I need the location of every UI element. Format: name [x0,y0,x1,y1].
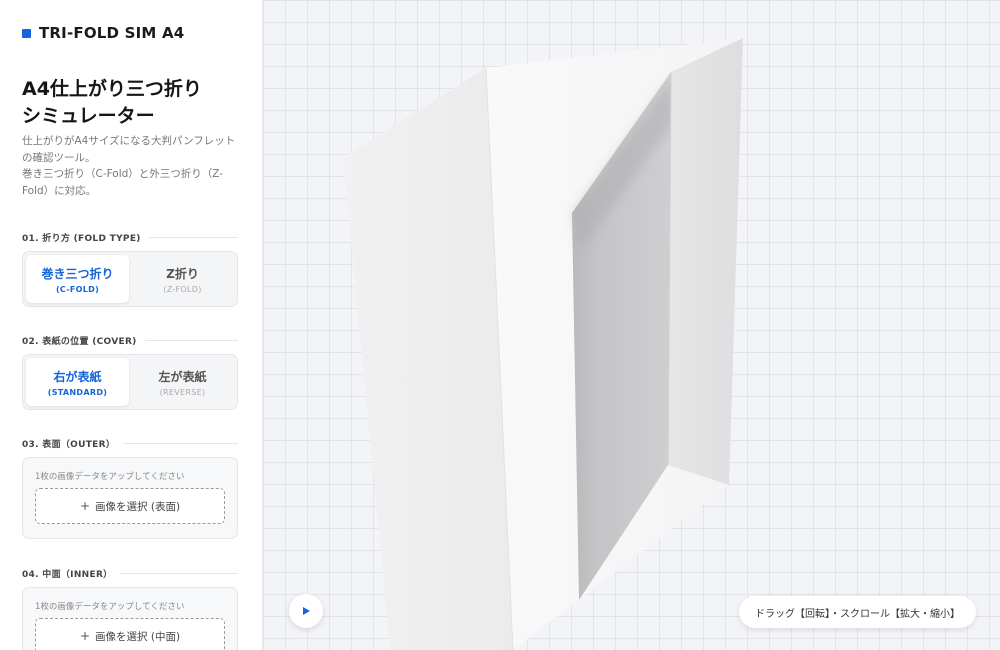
fold-option-z-fold-sub: (Z-FOLD) [163,284,202,294]
right-panel [668,38,743,485]
brand-square-icon [22,28,31,38]
inner-label: 04. 中面（INNER） [22,567,238,580]
inner-upload-button-label: 画像を選択 (中面) [95,630,181,643]
inner-label-text: 04. 中面（INNER） [22,570,113,580]
cover-label-text: 02. 表紙の位置 (COVER) [22,337,137,347]
fold-option-c-fold[interactable]: 巻き三つ折り (C-FOLD) [26,255,129,303]
fold-type-label-text: 01. 折り方 (FOLD TYPE) [22,234,141,244]
cover-toggle: 右が表紙 (STANDARD) 左が表紙 (REVERSE) [22,354,238,410]
sidebar: TRI-FOLD SIM A4 A4仕上がり三つ折り シミュレーター 仕上がりが… [0,0,263,650]
cover-option-standard-sub: (STANDARD) [47,387,108,397]
fold-type-toggle: 巻き三つ折り (C-FOLD) Z折り (Z-FOLD) [22,251,238,307]
divider [148,237,238,238]
cover-label: 02. 表紙の位置 (COVER) [22,334,238,347]
outer-label: 03. 表面（OUTER） [22,437,238,450]
trifold-model[interactable] [263,0,1000,650]
outer-upload-button-label: 画像を選択 (表面) [95,500,181,513]
brand: TRI-FOLD SIM A4 [22,24,184,42]
plus-icon: + [79,499,91,513]
cover-option-reverse[interactable]: 左が表紙 (REVERSE) [131,358,234,406]
inner-upload-button[interactable]: + 画像を選択 (中面) [35,618,225,650]
fold-option-c-fold-label: 巻き三つ折り [41,266,114,281]
controls-hint-text: ドラッグ【回転】・スクロール【拡大・縮小】 [755,608,960,620]
divider [123,443,238,444]
fold-type-label: 01. 折り方 (FOLD TYPE) [22,231,238,244]
cover-option-reverse-sub: (REVERSE) [159,387,206,397]
page-title-line1: A4仕上がり三つ折り [22,78,202,100]
left-panel [343,68,513,650]
outer-upload-card: 1枚の画像データをアップしてください + 画像を選択 (表面) [22,457,238,539]
outer-upload-hint: 1枚の画像データをアップしてください [35,472,185,482]
play-button[interactable] [289,594,323,628]
play-icon [303,607,310,615]
divider [120,573,238,574]
cover-option-standard-label: 右が表紙 [53,369,102,384]
cover-option-standard[interactable]: 右が表紙 (STANDARD) [26,358,129,406]
brand-name: TRI-FOLD SIM A4 [39,24,185,42]
fold-option-z-fold-label: Z折り [166,266,199,281]
page-title: A4仕上がり三つ折り シミュレーター [22,76,242,130]
fold-option-c-fold-sub: (C-FOLD) [55,284,100,294]
divider [144,340,238,341]
description-line2: の確認ツール。 [22,151,96,164]
description-line4: Fold）に対応。 [22,184,97,197]
outer-upload-button[interactable]: + 画像を選択 (表面) [35,488,225,524]
fold-option-z-fold[interactable]: Z折り (Z-FOLD) [131,255,234,303]
description: 仕上がりがA4サイズになる大判パンフレット の確認ツール。 巻き三つ折り（C-F… [22,133,242,199]
page-title-line2: シミュレーター [22,105,155,127]
controls-hint: ドラッグ【回転】・スクロール【拡大・縮小】 [739,596,976,628]
inner-upload-card: 1枚の画像データをアップしてください + 画像を選択 (中面) [22,587,238,650]
3d-viewport[interactable]: ドラッグ【回転】・スクロール【拡大・縮小】 [263,0,1000,650]
description-line3: 巻き三つ折り（C-Fold）と外三つ折り（Z- [22,168,224,180]
description-line1: 仕上がりがA4サイズになる大判パンフレット [22,135,236,147]
cover-option-reverse-label: 左が表紙 [158,369,207,384]
outer-label-text: 03. 表面（OUTER） [22,440,116,450]
inner-upload-hint: 1枚の画像データをアップしてください [35,602,185,612]
plus-icon: + [79,629,91,643]
